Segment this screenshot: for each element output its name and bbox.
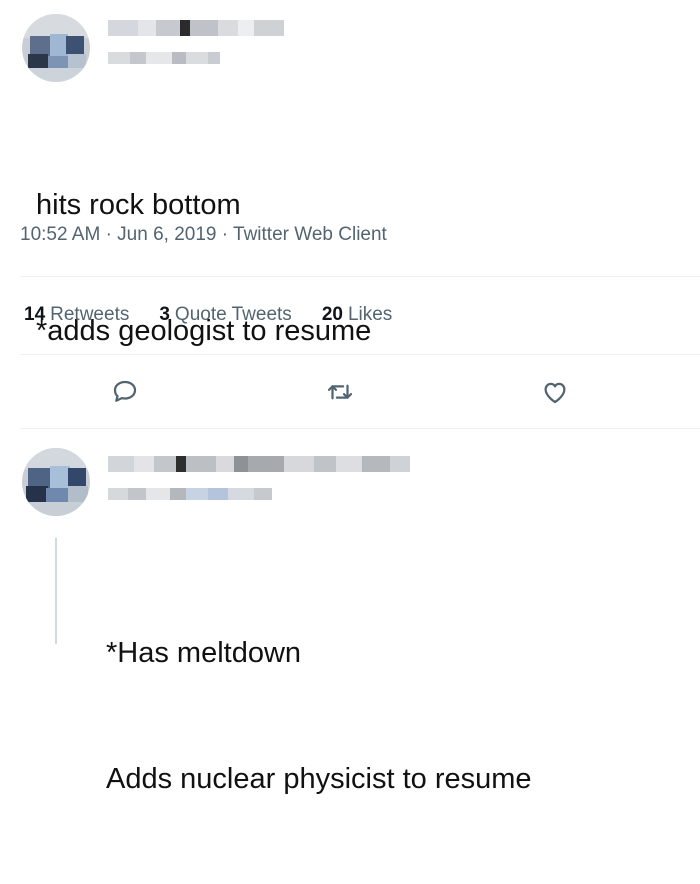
stat-retweets[interactable]: 14 Retweets — [24, 304, 129, 326]
reply-text: *Has meltdown Adds nuclear physicist to … — [106, 548, 532, 884]
reply-line-1: *Has meltdown — [106, 637, 302, 669]
meta-separator: · — [105, 224, 118, 245]
quote-count: 3 — [159, 304, 170, 325]
reply-tweet: *Has meltdown Adds nuclear physicist to … — [0, 430, 700, 795]
stat-quote-tweets[interactable]: 3 Quote Tweets — [159, 304, 291, 326]
like-count: 20 — [321, 304, 343, 325]
reply-line-2: Adds nuclear physicist to resume — [106, 763, 532, 795]
divider — [20, 276, 700, 277]
quote-label: Quote Tweets — [174, 304, 292, 325]
tweet-date[interactable]: Jun 6, 2019 — [117, 224, 216, 245]
like-label: Likes — [347, 304, 393, 325]
reply-handle-redacted — [108, 488, 272, 500]
like-icon — [544, 382, 566, 404]
reply-avatar[interactable] — [22, 448, 90, 516]
tweet-meta: 10:52 AM · Jun 6, 2019 · Twitter Web Cli… — [20, 224, 387, 246]
main-tweet: hits rock bottom *adds geologist to resu… — [0, 0, 700, 430]
like-button[interactable] — [538, 375, 572, 409]
retweet-count: 14 — [24, 304, 46, 325]
tweet-line-1: hits rock bottom — [36, 189, 241, 221]
tweet-time[interactable]: 10:52 AM — [20, 224, 100, 245]
meta-separator: · — [221, 224, 234, 245]
retweet-button[interactable] — [323, 375, 357, 409]
thread-line — [55, 538, 57, 644]
reply-display-name-redacted — [108, 456, 410, 472]
handle-redacted — [108, 52, 220, 64]
divider — [20, 428, 700, 429]
retweet-icon — [327, 384, 353, 400]
reply-icon — [113, 380, 137, 402]
display-name-redacted — [108, 20, 284, 36]
reply-button[interactable] — [108, 375, 142, 409]
avatar[interactable] — [22, 14, 90, 82]
retweet-label: Retweets — [50, 304, 130, 325]
divider — [20, 354, 700, 355]
tweet-client[interactable]: Twitter Web Client — [233, 224, 387, 245]
stat-likes[interactable]: 20 Likes — [322, 304, 393, 326]
engagement-stats: 14 Retweets 3 Quote Tweets 20 Likes — [24, 304, 392, 326]
tweet-text: hits rock bottom *adds geologist to resu… — [36, 100, 371, 436]
